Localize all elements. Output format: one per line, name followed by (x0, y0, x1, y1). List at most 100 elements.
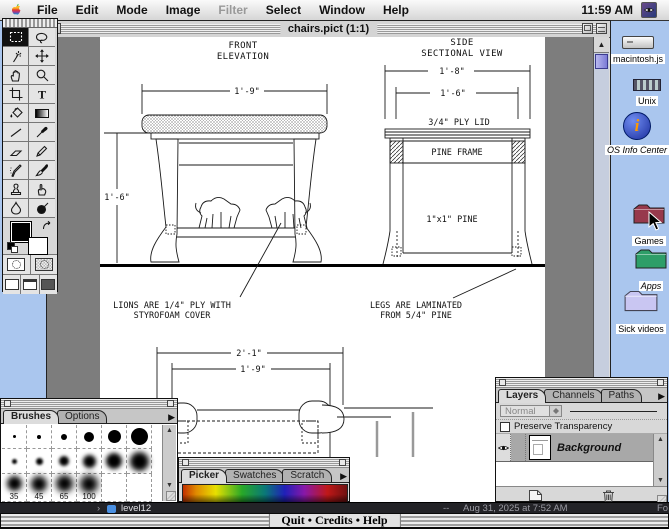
standard-screen-button[interactable] (3, 275, 22, 294)
layers-resize-grip[interactable] (657, 495, 667, 502)
tab-picker[interactable]: Picker (181, 469, 228, 483)
tool-move[interactable] (29, 47, 55, 66)
footer-menu[interactable]: Quit • Credits • Help (268, 514, 401, 527)
tool-line[interactable] (3, 123, 29, 142)
menu-clock[interactable]: 11:59 AM (573, 3, 641, 17)
tool-airbrush[interactable] (3, 161, 29, 180)
tool-magic-wand[interactable] (3, 47, 29, 66)
color-spectrum-bar[interactable] (182, 484, 348, 502)
menu-help[interactable]: Help (374, 1, 418, 20)
standard-mode-button[interactable] (3, 255, 31, 274)
brush-size-5[interactable] (102, 425, 127, 449)
tool-smudge[interactable] (29, 180, 55, 199)
opacity-slider[interactable] (570, 410, 657, 412)
menu-file[interactable]: File (28, 1, 67, 20)
tool-gradient[interactable] (29, 104, 55, 123)
picker-collapse-icon[interactable] (339, 459, 346, 466)
brush-soft-5[interactable] (102, 449, 127, 474)
brush-100[interactable]: 100 (77, 474, 102, 502)
brush-soft-3[interactable] (52, 449, 77, 474)
brush-soft-4[interactable] (77, 449, 102, 474)
brush-size-2[interactable] (27, 425, 52, 449)
tab-options[interactable]: Options (57, 410, 108, 423)
tool-zoom[interactable] (29, 66, 55, 85)
tool-rubber-stamp[interactable] (3, 180, 29, 199)
layer-thumbnail[interactable] (529, 435, 551, 460)
menu-image[interactable]: Image (157, 1, 210, 20)
tool-toning[interactable] (29, 199, 55, 218)
menu-select[interactable]: Select (257, 1, 310, 20)
brush-35[interactable]: 35 (2, 474, 27, 502)
desktop-icon-macintosh-js[interactable]: macintosh.js (607, 36, 669, 67)
brush-45[interactable]: 45 (27, 474, 52, 502)
tab-scratch[interactable]: Scratch (282, 469, 333, 482)
brushes-collapse-icon[interactable] (167, 400, 174, 407)
layers-close-icon[interactable] (499, 379, 506, 386)
brush-soft-1[interactable] (2, 449, 27, 474)
tool-eraser[interactable] (3, 142, 29, 161)
brush-size-6[interactable] (127, 425, 152, 449)
layers-menu-arrow-icon[interactable]: ▶ (658, 391, 665, 401)
brushes-scroll-down-icon[interactable]: ▼ (163, 482, 176, 489)
layers-title-bar[interactable] (496, 378, 667, 388)
tool-type[interactable]: T (29, 85, 55, 104)
tab-brushes[interactable]: Brushes (3, 410, 60, 424)
brushes-scroll-up-icon[interactable]: ▲ (163, 427, 176, 434)
brush-size-1[interactable] (2, 425, 27, 449)
tab-paths[interactable]: Paths (600, 389, 643, 402)
brush-soft-2[interactable] (27, 449, 52, 474)
swap-colors-icon[interactable] (41, 219, 53, 237)
windowshade-box-icon[interactable] (596, 23, 607, 34)
link-cell[interactable] (511, 434, 526, 461)
picker-title-bar[interactable] (179, 458, 349, 468)
apple-menu-icon[interactable] (10, 3, 22, 17)
layers-scroll-up-icon[interactable]: ▲ (654, 436, 667, 443)
tool-lasso[interactable] (29, 28, 55, 47)
quick-mask-button[interactable] (30, 255, 57, 274)
background-color-swatch[interactable] (28, 237, 48, 255)
fullscreen-button[interactable] (39, 275, 57, 294)
zoom-box-icon[interactable] (582, 23, 593, 34)
tab-swatches[interactable]: Swatches (225, 469, 285, 482)
brush-size-3[interactable] (52, 425, 77, 449)
brush-soft-6[interactable] (127, 449, 152, 474)
brushes-resize-grip[interactable] (166, 491, 176, 501)
brushes-title-bar[interactable] (1, 399, 177, 409)
default-colors-icon[interactable] (7, 242, 18, 253)
desktop-icon-sick-videos[interactable]: Sick videos (615, 287, 667, 337)
tool-paint-bucket[interactable] (3, 104, 29, 123)
menu-window[interactable]: Window (310, 1, 374, 20)
desktop-icon-unix[interactable]: Unix (625, 79, 669, 109)
brushes-close-icon[interactable] (4, 400, 11, 407)
tab-layers[interactable]: Layers (498, 389, 547, 403)
layer-row-background[interactable]: Background (496, 434, 654, 462)
tool-blur[interactable] (3, 199, 29, 218)
blend-mode-stepper-icon[interactable] (549, 406, 561, 416)
brushes-scrollbar[interactable]: ▲ ▼ (162, 425, 176, 501)
tool-rectangular-marquee[interactable] (3, 28, 29, 47)
brush-65[interactable]: 65 (52, 474, 77, 502)
menu-edit[interactable]: Edit (67, 1, 108, 20)
brushes-menu-arrow-icon[interactable]: ▶ (168, 412, 175, 422)
layers-collapse-icon[interactable] (657, 379, 664, 386)
tool-hand[interactable] (3, 66, 29, 85)
picker-menu-arrow-icon[interactable]: ▶ (340, 471, 347, 481)
tool-crop[interactable] (3, 85, 29, 104)
window-title-bar[interactable]: chairs.pict (1:1) (47, 21, 610, 38)
brush-empty-2[interactable] (127, 474, 152, 502)
desktop-icon-os-info-center[interactable]: i OS Info Center (605, 112, 669, 158)
layers-scroll-down-icon[interactable]: ▼ (654, 477, 667, 484)
new-layer-icon[interactable] (528, 489, 543, 502)
tab-channels[interactable]: Channels (544, 389, 603, 402)
application-menu-icon[interactable] (641, 2, 657, 18)
preserve-transparency-checkbox[interactable] (500, 421, 510, 432)
menu-mode[interactable]: Mode (107, 1, 156, 20)
tool-paintbrush[interactable] (29, 161, 55, 180)
picker-close-icon[interactable] (182, 459, 189, 466)
eye-cell[interactable] (496, 434, 511, 461)
blend-mode-select[interactable]: Normal (500, 405, 562, 417)
toolbox-title-bar[interactable] (3, 19, 57, 28)
layers-scrollbar[interactable]: ▲ ▼ (653, 434, 667, 486)
trash-icon[interactable] (602, 489, 615, 502)
brush-empty-1[interactable] (102, 474, 127, 502)
